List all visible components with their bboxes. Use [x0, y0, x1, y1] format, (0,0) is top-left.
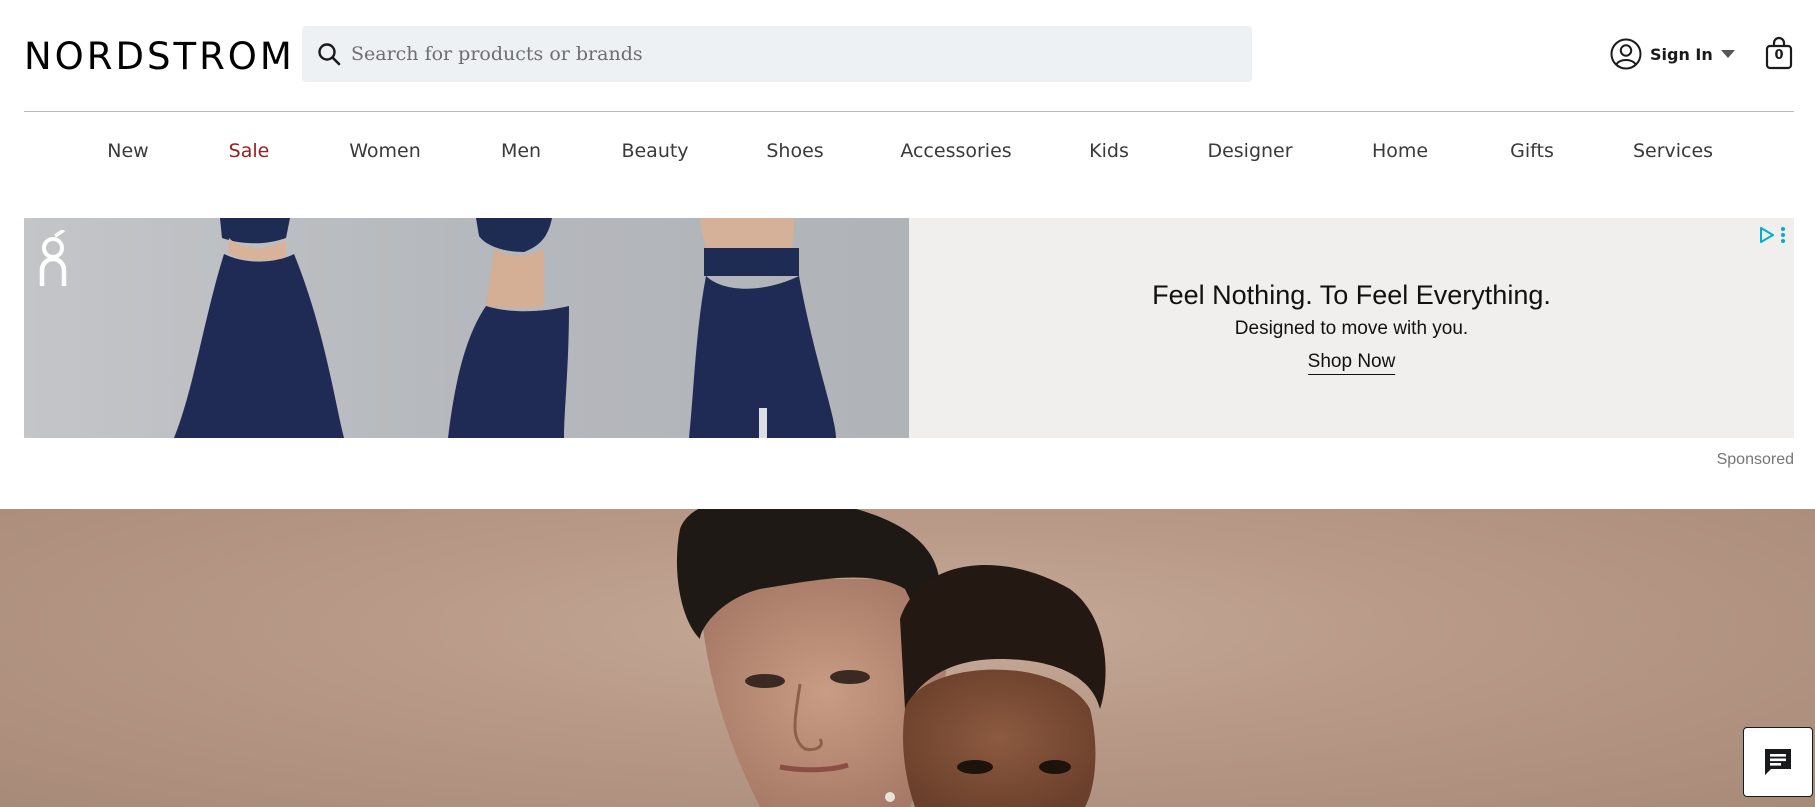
sponsored-ad-banner[interactable]: Feel Nothing. To Feel Everything. Design…: [24, 218, 1794, 438]
nav-item-home[interactable]: Home: [1372, 140, 1428, 162]
shopping-bag-button[interactable]: 0: [1764, 36, 1794, 70]
search-input[interactable]: [351, 26, 1252, 82]
site-header: NORDSTROM Sign In 0: [0, 0, 1815, 112]
ad-product-image[interactable]: [24, 218, 909, 438]
nav-item-kids[interactable]: Kids: [1089, 140, 1129, 162]
chevron-down-icon: [1720, 50, 1735, 58]
on-running-logo: [39, 230, 67, 286]
nav-item-shoes[interactable]: Shoes: [766, 140, 823, 162]
nav-item-sale[interactable]: Sale: [229, 140, 270, 162]
search-bar[interactable]: [302, 26, 1252, 82]
chat-icon: [1765, 749, 1791, 775]
main-nav: New Sale Women Men Beauty Shoes Accessor…: [0, 140, 1815, 170]
nav-item-new[interactable]: New: [107, 140, 148, 162]
nav-item-designer[interactable]: Designer: [1207, 140, 1292, 162]
ad-headline: Feel Nothing. To Feel Everything.: [1152, 280, 1551, 310]
adchoices-icon[interactable]: [1758, 226, 1776, 244]
chat-button[interactable]: [1743, 727, 1813, 797]
adchoices-controls[interactable]: [1758, 226, 1786, 244]
more-options-icon[interactable]: [1780, 226, 1786, 244]
bag-count: 0: [1774, 48, 1784, 63]
user-icon: [1610, 38, 1642, 70]
header-divider: [24, 111, 1794, 112]
nav-item-men[interactable]: Men: [501, 140, 541, 162]
hero-banner[interactable]: [0, 509, 1815, 807]
nav-item-beauty[interactable]: Beauty: [621, 140, 688, 162]
nav-item-services[interactable]: Services: [1633, 140, 1713, 162]
sign-in-button[interactable]: Sign In: [1610, 37, 1735, 71]
sign-in-label: Sign In: [1650, 44, 1713, 64]
search-icon[interactable]: [315, 40, 343, 68]
sponsored-label: Sponsored: [1716, 451, 1794, 468]
hero-photo: [676, 509, 1106, 807]
leggings-photo: [24, 218, 909, 438]
nav-item-accessories[interactable]: Accessories: [900, 140, 1011, 162]
nav-item-gifts[interactable]: Gifts: [1510, 140, 1554, 162]
ad-copy: Feel Nothing. To Feel Everything. Design…: [909, 218, 1794, 438]
nordstrom-logo[interactable]: NORDSTROM: [24, 34, 295, 80]
shop-now-link[interactable]: Shop Now: [1307, 351, 1396, 375]
nav-item-women[interactable]: Women: [349, 140, 421, 162]
ad-subheadline: Designed to move with you.: [1234, 318, 1469, 339]
